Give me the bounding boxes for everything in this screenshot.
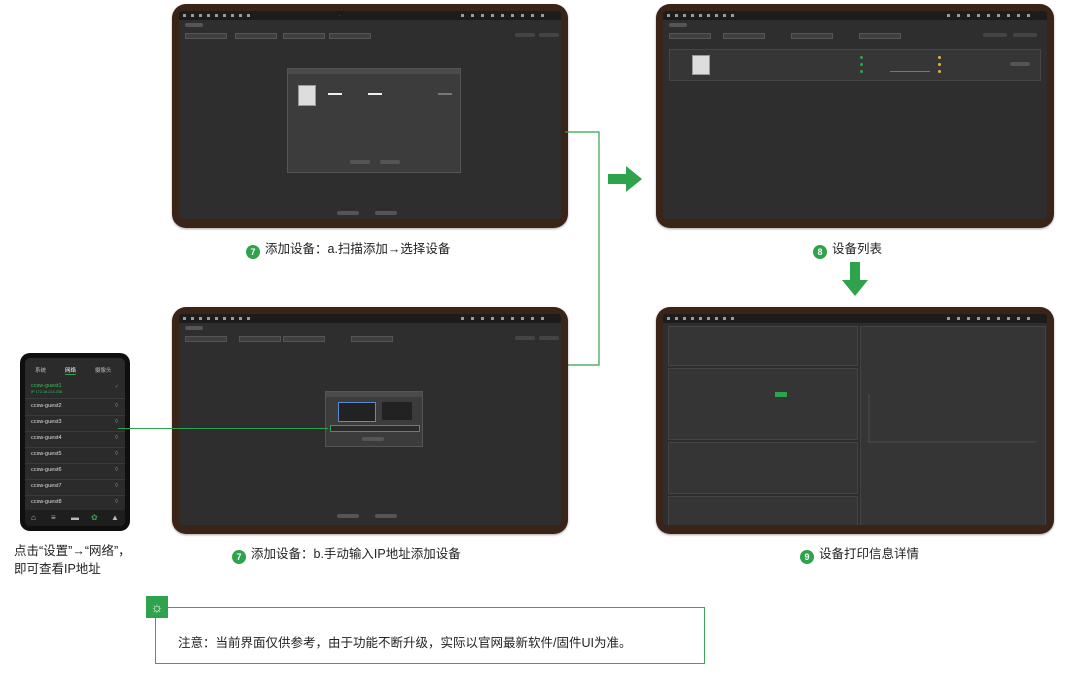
app-screen: [663, 314, 1047, 525]
confirm-button[interactable]: [350, 160, 370, 164]
next-button[interactable]: [375, 211, 397, 215]
gear-icon[interactable]: ✿: [91, 513, 98, 522]
title-bar: [179, 314, 561, 323]
tab-network[interactable]: 网络: [65, 366, 77, 375]
wifi-icon: ⌔: [114, 483, 119, 489]
cancel-button[interactable]: [380, 160, 400, 164]
connector-line: [565, 131, 600, 366]
title-bar: [663, 11, 1047, 20]
tab-system[interactable]: 系统: [35, 366, 46, 374]
list-item[interactable]: ccsw-guest3 ⌔: [25, 415, 125, 432]
tablet-device-list: [656, 4, 1054, 228]
home-icon[interactable]: ⌂: [31, 513, 36, 522]
manual-ip-dialog: [325, 391, 423, 447]
tablet-manual-ip: [172, 307, 568, 534]
title-bar: [663, 314, 1047, 323]
list-item[interactable]: ccsw-guest6 ⌔: [25, 463, 125, 480]
arrow-down-icon: [842, 262, 868, 296]
note-box: 注意：当前界面仅供参考，由于功能不断升级，实际以官网最新软件/固件UI为准。: [155, 607, 705, 664]
phone-bottom-nav: ⌂ ≡ ▬ ✿ ▲: [25, 510, 125, 526]
list-item[interactable]: ccsw-guest5 ⌔: [25, 447, 125, 464]
phone-screen: 系统 网络 摄像头 ccsw-guest1 IP 172.18.214.238 …: [25, 358, 125, 526]
wifi-icon: ⌔: [114, 499, 119, 505]
connector-line: [118, 428, 328, 430]
scan-button[interactable]: [337, 211, 359, 215]
app-screen: [179, 314, 561, 525]
tab-camera[interactable]: 摄像头: [95, 366, 112, 374]
wifi-icon: ⌔: [114, 451, 119, 457]
caption-print-detail: 9 设备打印信息详情: [800, 543, 919, 564]
device-card[interactable]: [669, 49, 1041, 81]
list-item[interactable]: ccsw-guest7 ⌔: [25, 479, 125, 496]
tablet-print-detail: [656, 307, 1054, 534]
list-item[interactable]: ccsw-guest2 ⌔: [25, 399, 125, 416]
wifi-icon: ⌔: [114, 403, 119, 409]
add-button[interactable]: [362, 437, 384, 441]
caption-scan-add: 7 添加设备：a.扫描添加→选择设备: [246, 238, 450, 259]
phone-settings: 系统 网络 摄像头 ccsw-guest1 IP 172.18.214.238 …: [20, 353, 130, 531]
sliders-icon[interactable]: ≡: [51, 513, 56, 522]
lightbulb-icon: ☼: [146, 596, 168, 618]
scan-dialog: [287, 68, 461, 173]
caption-manual-ip: 7 添加设备：b.手动输入IP地址添加设备: [232, 543, 461, 564]
ip-input[interactable]: [330, 425, 420, 432]
note-text: 注意：当前界面仅供参考，由于功能不断升级，实际以官网最新软件/固件UI为准。: [178, 636, 632, 650]
folder-icon[interactable]: ▬: [71, 513, 79, 522]
check-icon: ✓: [114, 384, 119, 390]
phone-tabs: 系统 网络 摄像头: [25, 362, 125, 376]
wifi-icon: ⌔: [114, 435, 119, 441]
title-bar: ·: [179, 11, 561, 20]
caption-device-list: 8 设备列表: [813, 238, 882, 259]
app-screen: ·: [179, 11, 561, 219]
list-item[interactable]: ccsw-guest4 ⌔: [25, 431, 125, 448]
wifi-icon: ⌔: [114, 419, 119, 425]
app-screen: [663, 11, 1047, 219]
alert-icon[interactable]: ▲: [111, 513, 119, 522]
phone-caption: 点击“设置”→“网络”， 即可查看IP地址: [14, 544, 131, 576]
tablet-scan-add: ·: [172, 4, 568, 228]
arrow-right-icon: [608, 166, 642, 192]
list-item[interactable]: ccsw-guest1 IP 172.18.214.238 ✓: [25, 380, 125, 399]
wifi-icon: ⌔: [114, 467, 119, 473]
